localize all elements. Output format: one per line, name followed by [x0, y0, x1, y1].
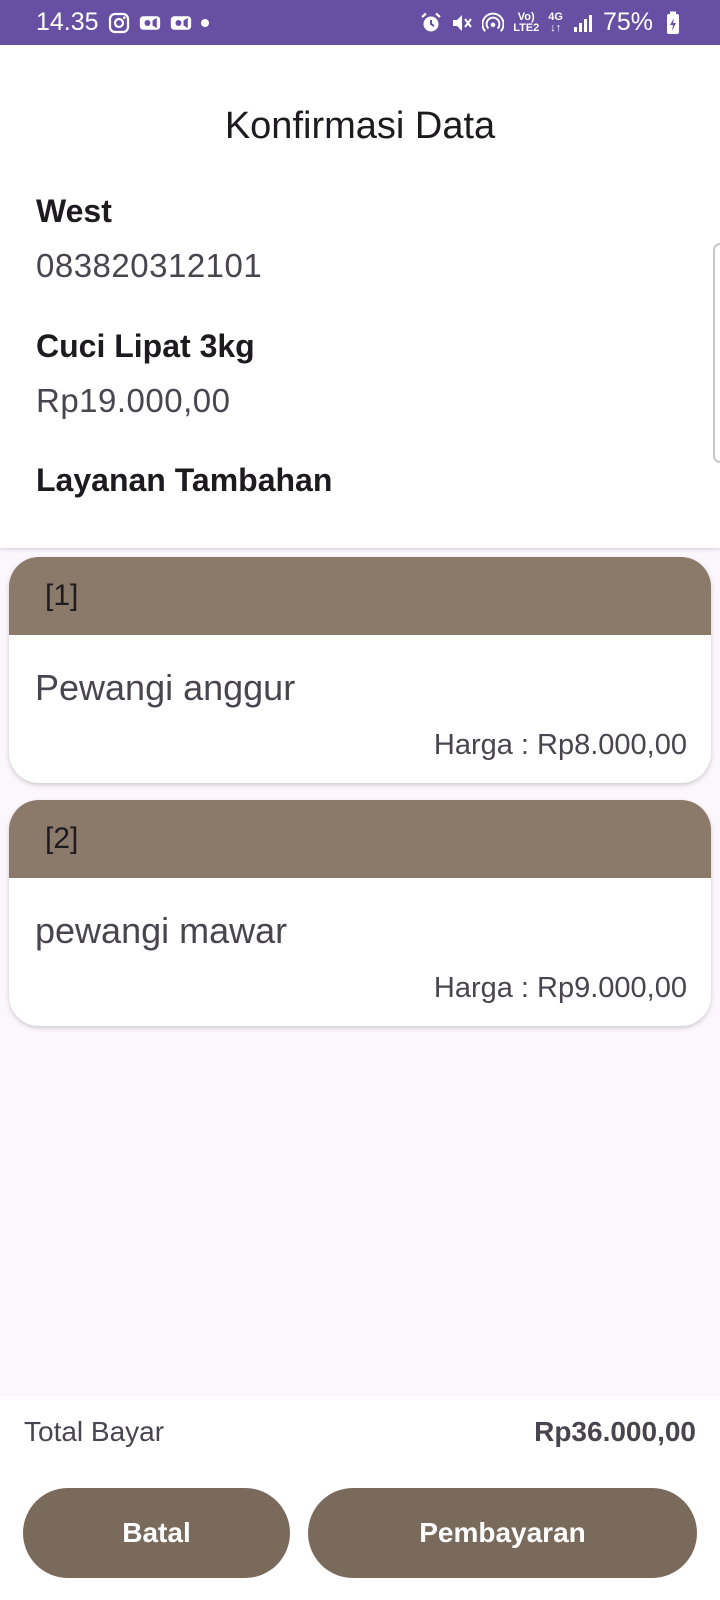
battery-percentage: 75%	[602, 8, 653, 36]
volte-indicator: Vo) LTE2	[513, 10, 540, 34]
card-header: [1]	[9, 557, 711, 635]
hotspot-icon	[482, 12, 505, 34]
payment-footer: Total Bayar Rp36.000,00 Batal Pembayaran	[0, 1396, 720, 1600]
service-name: Cuci Lipat 3kg	[36, 328, 255, 364]
card-item-price: Harga : Rp8.000,00	[433, 729, 687, 761]
alarm-icon	[420, 12, 442, 34]
additional-service-card[interactable]: [1] Pewangi anggur Harga : Rp8.000,00	[9, 557, 711, 783]
card-index: [1]	[45, 579, 79, 612]
card-item-name: pewangi mawar	[35, 910, 288, 951]
customer-name: West	[36, 193, 112, 229]
status-time: 14.35	[36, 8, 99, 36]
customer-phone: 083820312101	[36, 247, 263, 284]
card-header: [2]	[9, 800, 711, 878]
service-price: Rp19.000,00	[36, 382, 231, 419]
additional-services-heading: Layanan Tambahan	[36, 462, 333, 498]
status-bar: 14.35 Vo) LTE2 4G ↓↑ 75%	[0, 0, 720, 45]
scrollbar-handle[interactable]	[713, 243, 720, 463]
instagram-icon	[108, 12, 130, 34]
notification-dot-icon	[200, 18, 209, 27]
mute-icon	[451, 12, 473, 34]
video-camera-icon	[139, 12, 161, 34]
battery-icon	[662, 11, 684, 34]
payment-button[interactable]: Pembayaran	[308, 1488, 697, 1578]
confirmation-panel: Konfirmasi Data West 083820312101 Cuci L…	[0, 45, 720, 548]
video-camera-icon-2	[170, 12, 192, 34]
total-value: Rp36.000,00	[534, 1416, 696, 1447]
cancel-button[interactable]: Batal	[23, 1488, 290, 1578]
mobile-data-indicator: 4G ↓↑	[548, 10, 563, 34]
card-item-name: Pewangi anggur	[35, 667, 296, 708]
card-item-price: Harga : Rp9.000,00	[433, 972, 687, 1004]
additional-service-card[interactable]: [2] pewangi mawar Harga : Rp9.000,00	[9, 800, 711, 1026]
card-index: [2]	[45, 822, 79, 855]
total-label: Total Bayar	[24, 1416, 165, 1447]
page-title: Konfirmasi Data	[224, 105, 496, 147]
signal-icon	[572, 12, 594, 34]
